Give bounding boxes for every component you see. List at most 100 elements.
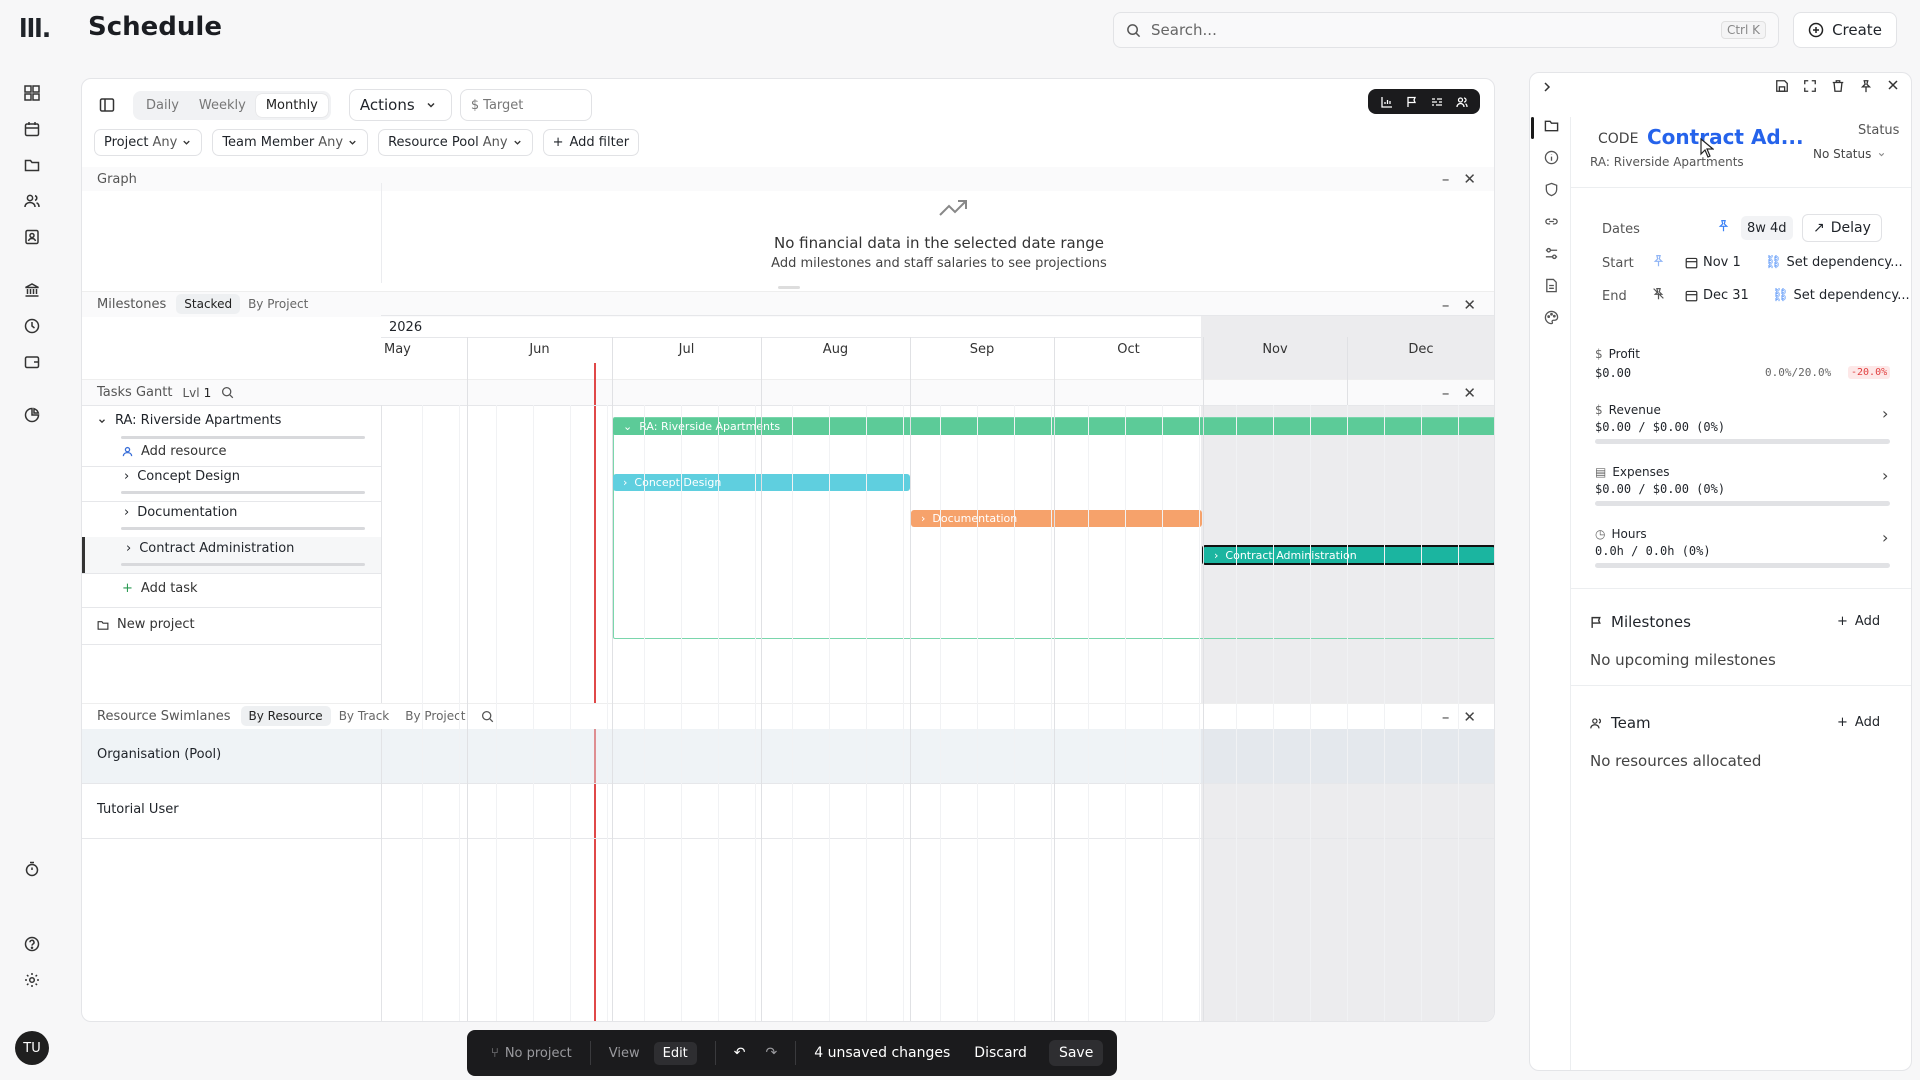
- chevron-right-icon[interactable]: ›: [124, 469, 129, 484]
- pin-off-icon[interactable]: [1652, 287, 1665, 300]
- search-input[interactable]: Search... Ctrl K: [1113, 12, 1779, 48]
- task-row-concept-design[interactable]: › Concept Design: [124, 469, 240, 484]
- milestones-toggle-icon[interactable]: [1406, 96, 1418, 108]
- close-icon[interactable]: ✕: [1463, 170, 1476, 188]
- chevron-right-icon[interactable]: ›: [1882, 404, 1888, 423]
- tab-stacked[interactable]: Stacked: [176, 294, 241, 314]
- close-icon[interactable]: [1887, 79, 1899, 93]
- sliders-icon[interactable]: [1544, 246, 1562, 264]
- swimlane-row-pool[interactable]: Organisation (Pool): [82, 729, 1494, 784]
- actions-dropdown[interactable]: Actions: [348, 89, 452, 121]
- new-project-button[interactable]: New project: [97, 617, 195, 632]
- clock-icon[interactable]: [18, 312, 46, 340]
- users-icon[interactable]: [18, 187, 46, 215]
- tasks-toggle-icon[interactable]: [1431, 96, 1443, 108]
- add-resource-button[interactable]: Add resource: [122, 444, 227, 459]
- tab-by-resource[interactable]: By Resource: [240, 706, 331, 726]
- gantt-bar-contract-administration[interactable]: › Contract Administration: [1202, 545, 1494, 565]
- contacts-icon[interactable]: [18, 223, 46, 251]
- add-milestone-button[interactable]: + Add: [1837, 614, 1880, 629]
- delay-button[interactable]: ↗ Delay: [1802, 214, 1882, 242]
- document-icon[interactable]: [1544, 278, 1562, 296]
- save-button[interactable]: Save: [1048, 1040, 1104, 1066]
- end-date-picker[interactable]: Dec 31: [1685, 288, 1749, 303]
- calendar-icon[interactable]: [18, 115, 46, 143]
- item-title[interactable]: Contract Ad...: [1647, 125, 1804, 149]
- revenue-section[interactable]: $ Revenue: [1595, 403, 1661, 417]
- task-row-documentation[interactable]: › Documentation: [124, 505, 237, 520]
- pin-icon[interactable]: [1652, 254, 1665, 267]
- app-logo[interactable]: lll.: [19, 14, 51, 43]
- undo-icon[interactable]: ↶: [734, 1045, 746, 1061]
- project-selector[interactable]: ⑂ No project: [491, 1046, 572, 1061]
- minimize-icon[interactable]: –: [1442, 296, 1450, 314]
- info-icon[interactable]: [1544, 150, 1562, 168]
- palette-icon[interactable]: [1544, 310, 1562, 328]
- chevron-right-icon[interactable]: ›: [1882, 466, 1888, 485]
- add-filter-button[interactable]: + Add filter: [542, 129, 640, 156]
- view-monthly[interactable]: Monthly: [255, 93, 328, 117]
- target-input[interactable]: $ Target: [459, 89, 592, 121]
- add-team-member-button[interactable]: + Add: [1837, 715, 1880, 730]
- sidebar-toggle-icon[interactable]: [99, 97, 115, 113]
- graph-toggle-icon[interactable]: [1380, 96, 1393, 108]
- minimize-icon[interactable]: –: [1442, 708, 1450, 726]
- minimize-icon[interactable]: –: [1442, 384, 1450, 402]
- end-set-dependency[interactable]: ⛓ Set dependency...: [1772, 288, 1910, 303]
- gantt-bar-documentation[interactable]: › Documentation: [911, 510, 1202, 527]
- view-daily[interactable]: Daily: [136, 94, 189, 117]
- chevron-right-icon[interactable]: ›: [1882, 528, 1888, 547]
- dashboard-icon[interactable]: [18, 79, 46, 107]
- settings-icon[interactable]: [18, 966, 46, 994]
- folder-icon[interactable]: [1544, 118, 1562, 136]
- save-icon[interactable]: [1775, 79, 1789, 93]
- wallet-icon[interactable]: [18, 348, 46, 376]
- tab-by-project[interactable]: By Project: [240, 294, 316, 314]
- close-icon[interactable]: ✕: [1463, 384, 1476, 402]
- filter-team-member[interactable]: Team Member Any: [212, 129, 369, 156]
- create-button[interactable]: Create: [1793, 12, 1897, 48]
- resources-toggle-icon[interactable]: [1455, 96, 1468, 108]
- task-row-contract-administration[interactable]: › Contract Administration: [126, 541, 294, 556]
- pie-chart-icon[interactable]: [18, 401, 46, 429]
- filter-project[interactable]: Project Any: [94, 129, 203, 156]
- search-icon[interactable]: [481, 710, 494, 723]
- add-task-button[interactable]: + Add task: [122, 581, 198, 596]
- expenses-section[interactable]: ▤ Expenses: [1595, 465, 1670, 479]
- pin-icon[interactable]: [1859, 79, 1873, 93]
- avatar[interactable]: TU: [15, 1031, 49, 1065]
- status-dropdown[interactable]: No Status: [1813, 147, 1886, 161]
- chevron-right-icon[interactable]: ›: [126, 541, 131, 556]
- edit-mode-button[interactable]: Edit: [653, 1041, 697, 1065]
- close-icon[interactable]: ✕: [1463, 708, 1476, 726]
- start-date-picker[interactable]: Nov 1: [1685, 255, 1741, 270]
- redo-icon[interactable]: ↷: [766, 1045, 778, 1061]
- chevron-down-icon[interactable]: [97, 416, 107, 426]
- expand-icon[interactable]: [1803, 79, 1817, 93]
- view-mode-button[interactable]: View: [609, 1046, 640, 1061]
- folder-icon[interactable]: [18, 151, 46, 179]
- help-icon[interactable]: [18, 930, 46, 958]
- shield-icon[interactable]: [1544, 182, 1562, 200]
- level-stepper[interactable]: 1: [204, 386, 212, 400]
- search-icon[interactable]: [221, 386, 234, 399]
- discard-button[interactable]: Discard: [974, 1045, 1027, 1061]
- start-set-dependency[interactable]: ⛓ Set dependency...: [1765, 255, 1903, 270]
- trash-icon[interactable]: [1831, 79, 1845, 93]
- timer-icon[interactable]: [18, 855, 46, 883]
- filter-resource-pool[interactable]: Resource Pool Any: [378, 129, 533, 156]
- swimlane-row-user[interactable]: Tutorial User: [82, 784, 1494, 839]
- close-icon[interactable]: ✕: [1463, 296, 1476, 314]
- chevron-right-icon[interactable]: ›: [124, 505, 129, 520]
- resize-handle[interactable]: [778, 286, 800, 289]
- item-subtitle[interactable]: RA: Riverside Apartments: [1590, 155, 1744, 169]
- tab-by-track[interactable]: By Track: [331, 706, 398, 726]
- project-row[interactable]: RA: Riverside Apartments: [97, 413, 281, 428]
- link-icon[interactable]: [1544, 214, 1562, 232]
- duration-value[interactable]: 8w 4d: [1741, 216, 1793, 240]
- view-weekly[interactable]: Weekly: [189, 94, 256, 117]
- collapse-panel-icon[interactable]: [1540, 80, 1554, 94]
- bank-icon[interactable]: [18, 276, 46, 304]
- minimize-icon[interactable]: –: [1442, 170, 1450, 188]
- tab-by-project[interactable]: By Project: [397, 706, 473, 726]
